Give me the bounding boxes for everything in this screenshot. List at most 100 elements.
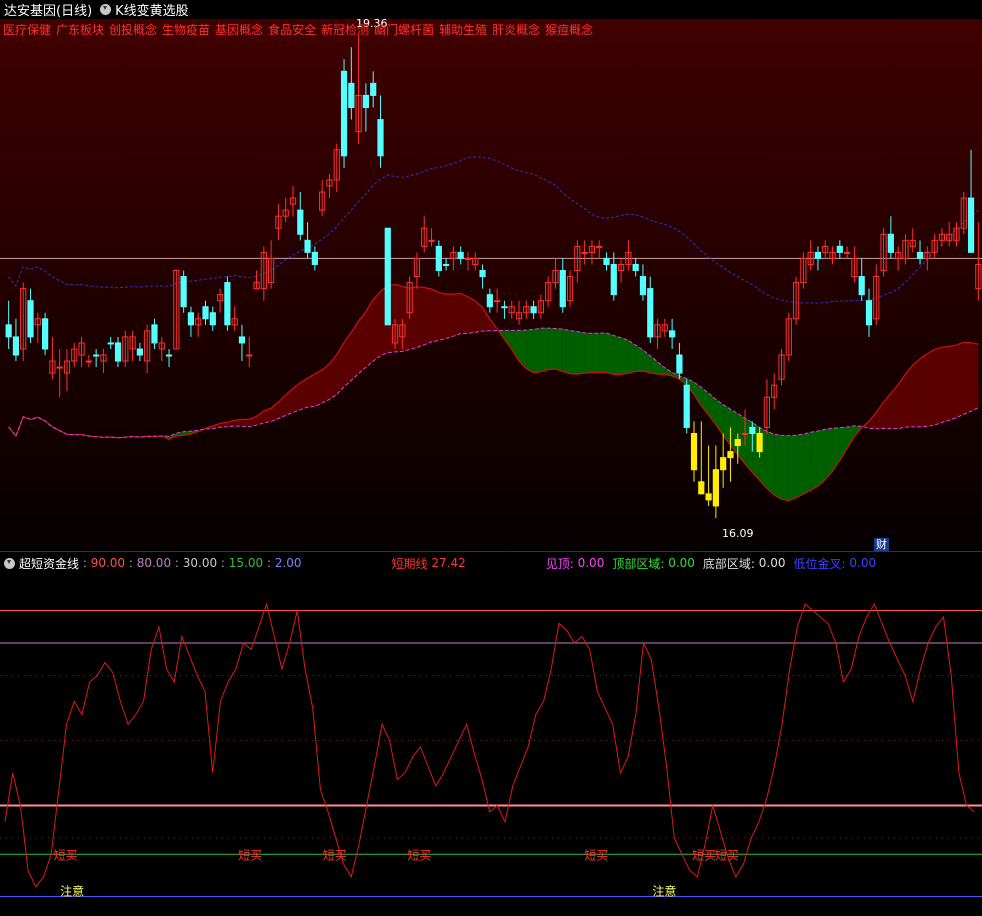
- top-value: 0.00: [577, 556, 605, 570]
- ma-ribbon: [409, 286, 417, 350]
- candle-body: [705, 493, 712, 501]
- ma-ribbon: [424, 287, 432, 345]
- dropdown-circle-icon[interactable]: [100, 4, 112, 15]
- concept-tag[interactable]: 医疗保健: [3, 21, 51, 38]
- candle-body: [683, 384, 690, 428]
- concept-tag[interactable]: 食品安全: [268, 21, 316, 38]
- ma-ribbon: [745, 418, 753, 473]
- candle-body: [311, 251, 318, 265]
- title-bar: 达安基因(日线) K线变黄选股: [0, 0, 982, 19]
- candle-body: [836, 245, 843, 253]
- ma-ribbon: [606, 333, 614, 375]
- candle-body: [362, 94, 370, 109]
- candle-body: [581, 251, 588, 254]
- candle-body: [814, 251, 822, 259]
- concept-tag[interactable]: 新冠检测: [321, 21, 369, 38]
- candle-body: [202, 306, 209, 320]
- candle-body: [443, 263, 450, 266]
- concept-tags: 医疗保健 广东板块 创投概念 生物疫苗 基因概念 食品安全 新冠检测 幽门螺杆菌…: [3, 21, 593, 38]
- signal-note-label: 注意: [60, 884, 84, 899]
- concept-tag[interactable]: 猴痘概念: [545, 21, 593, 38]
- ma-ribbon: [577, 331, 585, 375]
- ma-ribbon: [533, 328, 541, 373]
- indicator-name[interactable]: 超短资金线: [19, 555, 79, 572]
- ma-ribbon: [774, 434, 782, 500]
- candle-body: [734, 439, 741, 447]
- ma-ribbon: [905, 365, 913, 428]
- bottom-zone-value: 0.00: [758, 556, 786, 570]
- param: 80.00: [136, 556, 172, 570]
- candle-body: [647, 288, 654, 338]
- candle-body: [114, 342, 122, 362]
- ma-ribbon: [446, 294, 454, 339]
- candle-body: [610, 263, 617, 296]
- candle-body: [384, 227, 391, 326]
- short-line-value: 27.42: [431, 556, 466, 570]
- oscillator-background: [0, 572, 982, 916]
- ma-ribbon: [562, 329, 571, 374]
- concept-tag[interactable]: 创投概念: [109, 21, 157, 38]
- dropdown-circle-icon[interactable]: [4, 557, 15, 569]
- candle-body: [501, 306, 508, 309]
- candle-body: [435, 245, 442, 271]
- formula-selector[interactable]: K线变黄选股: [100, 0, 189, 19]
- ma-ribbon: [555, 328, 563, 372]
- candle-body: [5, 324, 12, 338]
- candle-body: [865, 300, 873, 326]
- param: 90.00: [90, 556, 126, 570]
- ma-ribbon: [963, 342, 972, 415]
- ma-ribbon: [467, 296, 476, 334]
- concept-tag[interactable]: 基因概念: [215, 21, 263, 38]
- ma-ribbon: [920, 353, 928, 427]
- param: 30.00: [182, 556, 218, 570]
- candle-body: [428, 239, 435, 242]
- concept-tag[interactable]: 肝炎概念: [492, 21, 540, 38]
- candle-body: [844, 251, 851, 254]
- ma-ribbon: [241, 419, 250, 427]
- candle-body: [238, 336, 246, 344]
- candle-body: [756, 432, 763, 453]
- signal-buy-label: 短买: [584, 848, 608, 862]
- candle-body: [967, 197, 975, 253]
- concept-tag[interactable]: 幽门螺杆菌: [374, 21, 434, 38]
- candle-body: [603, 257, 610, 265]
- top-zone-value: 0.00: [668, 556, 695, 570]
- formula-label: K线变黄选股: [115, 4, 189, 19]
- ma-ribbon: [781, 435, 789, 501]
- candle-body: [690, 432, 698, 471]
- indicator-bar: 超短资金线 : 90.00 : 80.00 : 30.00 : 15.00 : …: [4, 555, 876, 571]
- ma-ribbon: [803, 432, 811, 494]
- concept-tag[interactable]: 辅助生殖: [439, 21, 487, 38]
- candlestick-chart[interactable]: 19.36 16.09: [0, 19, 982, 550]
- candle-body: [916, 251, 924, 259]
- candle-body: [304, 239, 311, 253]
- ma-ribbon: [358, 311, 366, 374]
- signal-buy-label: 短买: [407, 848, 431, 862]
- candle-body: [377, 119, 384, 157]
- ma-ribbon: [395, 284, 403, 352]
- candle-body: [165, 354, 173, 357]
- ma-ribbon: [621, 337, 629, 375]
- candle-body: [639, 276, 647, 296]
- ma-ribbon: [540, 328, 549, 372]
- concept-tag[interactable]: 生物疫苗: [162, 21, 210, 38]
- ma-ribbon: [584, 332, 592, 374]
- oscillator-chart[interactable]: 短买 短买 短买 短买 短买 短买 短买注意 注意: [0, 572, 982, 916]
- ma-ribbon: [570, 330, 578, 375]
- concept-tag[interactable]: 广东板块: [56, 21, 104, 38]
- low-price-label: 16.09: [722, 527, 754, 540]
- candle-body: [93, 354, 100, 357]
- signal-note-label: 注意: [652, 884, 676, 899]
- ma-ribbon: [788, 435, 797, 501]
- bottom-zone-label: 底部区域:: [702, 556, 755, 571]
- candle-body: [42, 318, 49, 350]
- candle-body: [596, 245, 603, 248]
- candle-body: [246, 354, 253, 357]
- ma-ribbon: [453, 293, 461, 337]
- ma-ribbon: [628, 340, 636, 374]
- finance-badge[interactable]: 财: [874, 538, 889, 551]
- ma-ribbon: [314, 369, 323, 407]
- candle-body: [209, 312, 216, 326]
- signal-buy-label: 短买: [715, 848, 739, 862]
- candle-body: [676, 354, 683, 374]
